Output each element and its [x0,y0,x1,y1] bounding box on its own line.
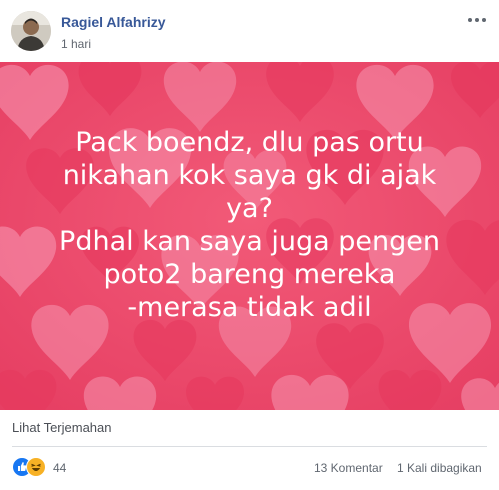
post-timestamp[interactable]: 1 hari [61,37,91,51]
status-line: poto2 bareng mereka [103,259,396,290]
status-background-banner: Pack boendz, dlu pas ortu nikahan kok sa… [0,62,499,410]
post-header: Ragiel Alfahrizy 1 hari [0,0,499,62]
status-line: -merasa tidak adil [127,292,372,323]
see-translation-link[interactable]: Lihat Terjemahan [12,420,112,435]
more-options-icon[interactable] [465,10,489,30]
author-name-link[interactable]: Ragiel Alfahrizy [61,14,166,30]
status-line: Pdhal kan saya juga pengen [59,226,440,257]
status-line: nikahan kok saya gk di ajak [62,160,437,191]
status-text: Pack boendz, dlu pas ortu nikahan kok sa… [0,126,499,324]
facebook-post: Ragiel Alfahrizy 1 hari Pack boendz, dlu… [0,0,499,490]
share-count-link[interactable]: 1 Kali dibagikan [397,461,482,475]
heart-decoration-icon [0,369,57,410]
engagement-bar: 44 13 Komentar 1 Kali dibagikan [0,452,499,482]
reaction-count[interactable]: 44 [53,461,66,475]
haha-icon [26,457,46,477]
comment-count-link[interactable]: 13 Komentar [314,461,383,475]
author-avatar[interactable] [11,11,51,51]
avatar-photo-icon [11,11,51,51]
status-line: Pack boendz, dlu pas ortu [75,127,424,158]
status-line: ya? [226,193,273,224]
divider [12,446,487,447]
